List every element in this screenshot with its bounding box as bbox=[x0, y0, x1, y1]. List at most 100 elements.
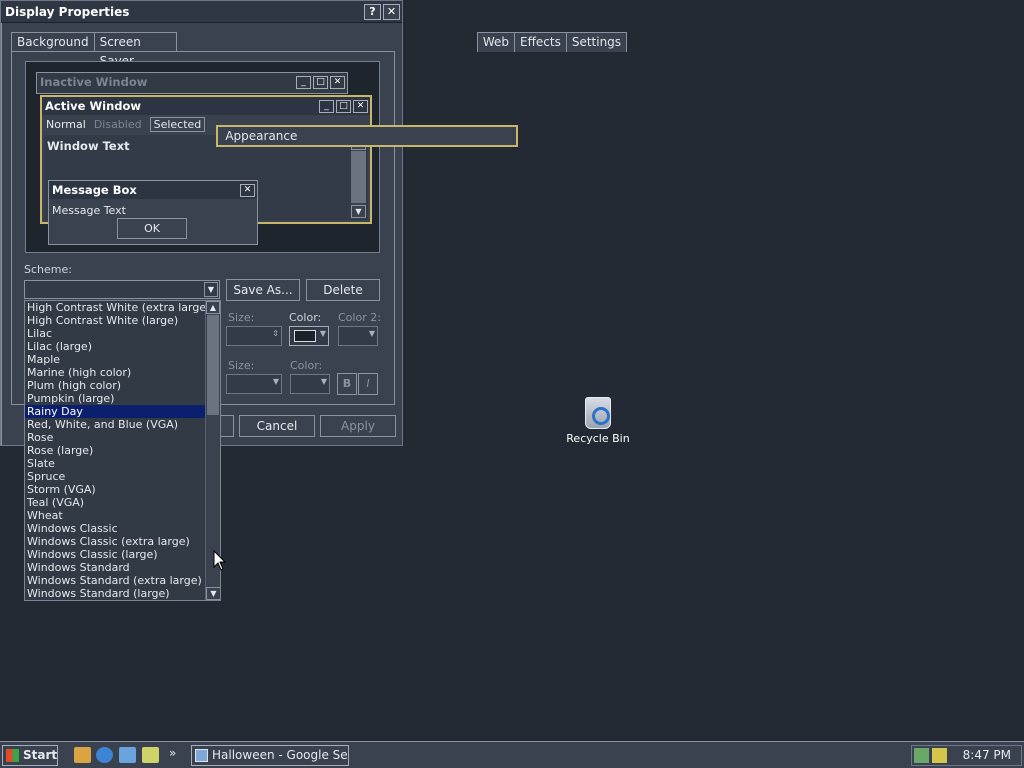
close-icon: ✕ bbox=[240, 183, 255, 197]
internet-explorer-icon[interactable] bbox=[96, 747, 113, 763]
scheme-list-item[interactable]: Rose (large) bbox=[25, 444, 206, 457]
item-color2-picker[interactable]: ▼ bbox=[338, 326, 378, 346]
message-text: Message Text bbox=[52, 204, 126, 217]
windows-logo-icon bbox=[6, 749, 19, 762]
help-button[interactable]: ? bbox=[364, 3, 381, 20]
outlook-express-icon[interactable] bbox=[119, 747, 136, 763]
scheme-list-item[interactable]: High Contrast White (large) bbox=[25, 314, 206, 327]
scheme-list-item[interactable]: Red, White, and Blue (VGA) bbox=[25, 418, 206, 431]
scheme-list-item[interactable]: Windows Classic bbox=[25, 522, 206, 535]
menu-normal: Normal bbox=[46, 117, 86, 131]
dropdown-arrow-icon[interactable]: ▼ bbox=[204, 282, 218, 297]
recycle-bin-icon bbox=[585, 397, 611, 429]
scheme-list-item[interactable]: Rainy Day bbox=[25, 405, 206, 418]
scheme-dropdown-list[interactable]: High Contrast White (extra large) High Co… bbox=[24, 300, 221, 601]
network-icon[interactable] bbox=[914, 748, 929, 763]
start-button[interactable]: Start bbox=[2, 745, 58, 766]
item-size-label: Size: bbox=[228, 311, 255, 324]
close-icon: ✕ bbox=[330, 75, 345, 89]
system-tray: 8:47 PM bbox=[911, 745, 1022, 766]
scheme-list-item[interactable]: High Contrast White (extra large) bbox=[25, 301, 210, 314]
tab-strip: Background Screen Saver Appearance Web E… bbox=[11, 30, 628, 147]
scheme-list-item[interactable]: Teal (VGA) bbox=[25, 496, 206, 509]
volume-icon[interactable] bbox=[932, 748, 947, 763]
task-label: Halloween - Google Searc... bbox=[212, 748, 348, 762]
window-text: Window Text bbox=[47, 139, 130, 153]
scheme-list-item[interactable]: Lilac bbox=[25, 327, 206, 340]
maximize-icon: □ bbox=[313, 75, 328, 89]
delete-button[interactable]: Delete bbox=[306, 279, 380, 301]
quicklaunch-more-icon[interactable]: » bbox=[169, 746, 176, 760]
recycle-bin[interactable]: Recycle Bin bbox=[566, 397, 630, 445]
minimize-icon: _ bbox=[319, 99, 334, 113]
save-as-button[interactable]: Save As... bbox=[226, 279, 300, 301]
dialog-titlebar[interactable]: Display Properties ? ✕ bbox=[1, 1, 402, 23]
scroll-thumb[interactable] bbox=[207, 315, 219, 415]
item-color-label: Color: bbox=[289, 311, 322, 324]
item-color-picker[interactable]: ▼ bbox=[289, 326, 329, 346]
chevron-down-icon: ▼ bbox=[319, 329, 326, 338]
cancel-button[interactable]: Cancel bbox=[239, 415, 315, 437]
menu-disabled: Disabled bbox=[93, 117, 142, 131]
explorer-icon[interactable] bbox=[142, 747, 159, 763]
scheme-list-item[interactable]: Maple bbox=[25, 353, 206, 366]
chevron-down-icon: ▼ bbox=[368, 329, 375, 338]
item-size-spinner[interactable]: ⇕ bbox=[226, 326, 282, 346]
italic-button[interactable]: I bbox=[358, 373, 378, 395]
tab-web[interactable]: Web bbox=[476, 32, 516, 52]
preview-inactive-window: Inactive Window _ □ ✕ bbox=[36, 72, 348, 94]
chevron-down-icon: ▼ bbox=[272, 377, 279, 386]
browser-window-icon bbox=[195, 749, 208, 762]
preview-scrollbar: ▲ ▼ bbox=[351, 137, 366, 218]
tab-settings[interactable]: Settings bbox=[565, 32, 628, 52]
font-size-select[interactable]: ▼ bbox=[226, 374, 282, 394]
dialog-title: Display Properties bbox=[5, 4, 130, 19]
tab-appearance[interactable]: Appearance bbox=[216, 125, 518, 147]
chevron-down-icon: ▼ bbox=[320, 377, 327, 386]
preview-message-box: Message Box ✕ Message Text OK bbox=[48, 180, 258, 245]
scheme-list-item[interactable]: Slate bbox=[25, 457, 206, 470]
menu-selected: Selected bbox=[149, 116, 206, 132]
show-desktop-icon[interactable] bbox=[74, 747, 91, 763]
tab-background[interactable]: Background bbox=[11, 32, 95, 52]
scheme-list-item[interactable]: Storm (VGA) bbox=[25, 483, 206, 496]
font-color-label: Color: bbox=[290, 359, 323, 372]
scheme-combobox[interactable]: ▼ bbox=[24, 280, 220, 299]
taskbar-button-browser[interactable]: Halloween - Google Searc... bbox=[191, 745, 349, 766]
scheme-list-item[interactable]: Windows Standard bbox=[25, 561, 206, 574]
scheme-list-item[interactable]: Windows Classic (large) bbox=[25, 548, 206, 561]
item-color2-label: Color 2: bbox=[338, 311, 381, 324]
apply-button[interactable]: Apply bbox=[320, 415, 396, 437]
scheme-list-item[interactable]: Windows Classic (extra large) bbox=[25, 535, 206, 548]
scheme-list-item[interactable]: Pumpkin (large) bbox=[25, 392, 206, 405]
scheme-list-item[interactable]: Rose bbox=[25, 431, 206, 444]
close-icon: ✕ bbox=[353, 99, 368, 113]
active-window-title: Active Window bbox=[45, 99, 142, 113]
clock[interactable]: 8:47 PM bbox=[963, 748, 1011, 762]
start-label: Start bbox=[23, 748, 58, 762]
taskbar: Start » Halloween - Google Searc... 8:47… bbox=[0, 741, 1024, 768]
close-button[interactable]: ✕ bbox=[383, 3, 400, 20]
scheme-list-item[interactable]: Windows Standard (large) bbox=[25, 587, 206, 600]
recycle-bin-label: Recycle Bin bbox=[566, 432, 630, 445]
preview-ok-button: OK bbox=[117, 218, 187, 239]
scheme-label: Scheme: bbox=[24, 263, 72, 276]
scroll-down-icon: ▼ bbox=[351, 205, 366, 218]
message-box-title: Message Box bbox=[52, 183, 137, 197]
scheme-list-item[interactable]: Wheat bbox=[25, 509, 206, 522]
minimize-icon: _ bbox=[296, 75, 311, 89]
color-swatch bbox=[294, 330, 316, 342]
mouse-cursor-icon bbox=[213, 550, 227, 571]
scheme-list-item[interactable]: Lilac (large) bbox=[25, 340, 206, 353]
bold-button[interactable]: B bbox=[337, 373, 357, 395]
scheme-list-item[interactable]: Marine (high color) bbox=[25, 366, 206, 379]
scheme-list-item[interactable]: Spruce bbox=[25, 470, 206, 483]
font-color-picker[interactable]: ▼ bbox=[290, 374, 330, 394]
scheme-list-item[interactable]: Windows Standard (extra large) bbox=[25, 574, 206, 587]
scroll-up-icon[interactable]: ▲ bbox=[206, 301, 220, 314]
font-size-label: Size: bbox=[228, 359, 255, 372]
tab-screen-saver[interactable]: Screen Saver bbox=[93, 32, 178, 68]
tab-effects[interactable]: Effects bbox=[514, 32, 567, 52]
scroll-down-icon[interactable]: ▼ bbox=[206, 587, 220, 600]
scheme-list-item[interactable]: Plum (high color) bbox=[25, 379, 206, 392]
